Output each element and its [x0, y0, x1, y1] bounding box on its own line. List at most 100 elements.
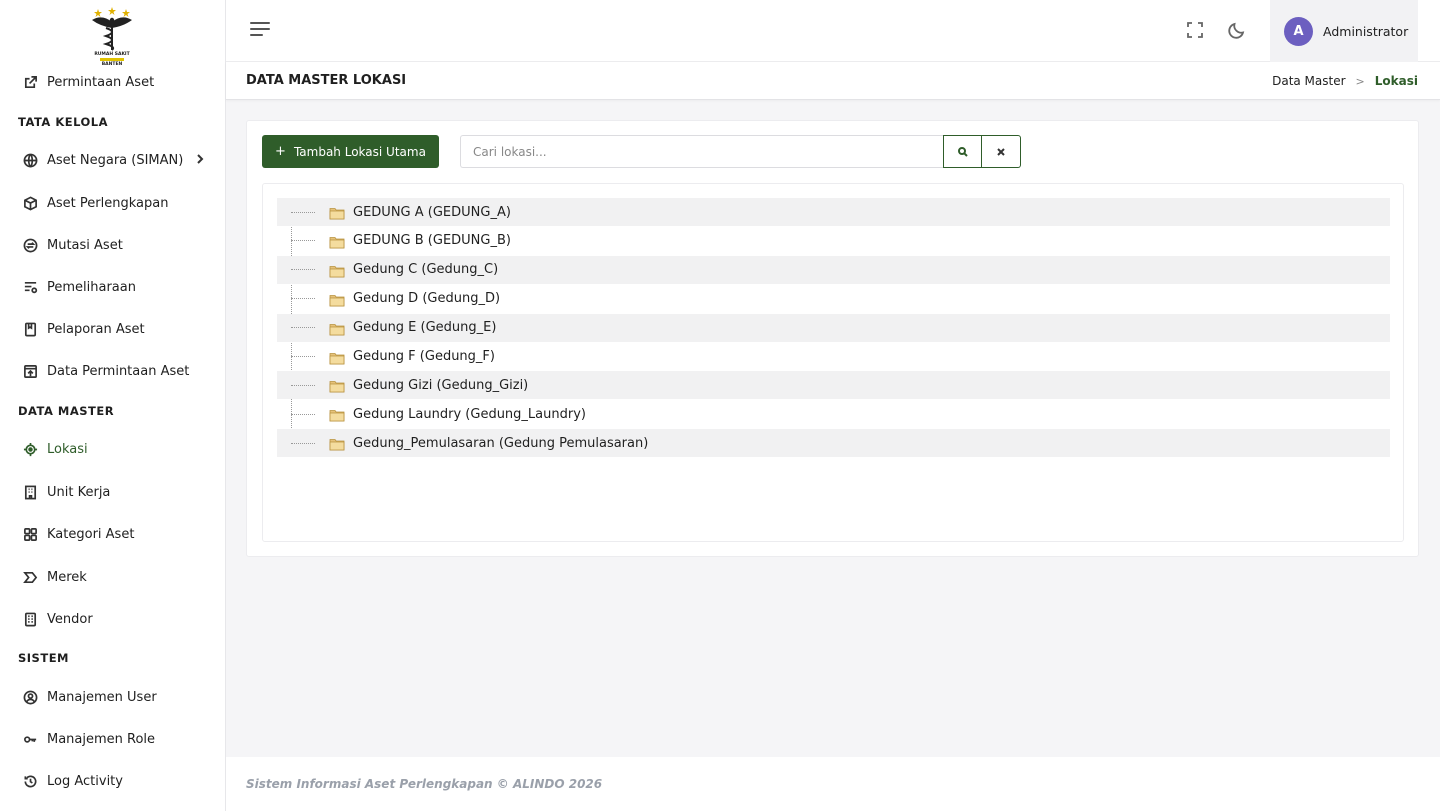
sidebar-item-label: Permintaan Aset: [47, 74, 155, 90]
tree-node-label: Gedung F (Gedung_F): [353, 349, 495, 364]
report-icon: [22, 321, 38, 337]
tree-node[interactable]: Gedung_Pemulasaran (Gedung Pemulasaran): [277, 429, 1390, 458]
sidebar-item-label: Manajemen Role: [47, 731, 156, 747]
sidebar: RUMAH SAKIT BANTEN Permintaan Aset TATA …: [0, 0, 226, 811]
sidebar-item-pemeliharaan[interactable]: Pemeliharaan: [0, 269, 225, 305]
building-icon: [22, 484, 38, 500]
tree-connector: [291, 413, 315, 415]
add-main-location-button[interactable]: + Tambah Lokasi Utama: [262, 135, 439, 168]
sidebar-item-kategori-aset[interactable]: Kategori Aset: [0, 516, 225, 552]
tree-node-label: Gedung Laundry (Gedung_Laundry): [353, 406, 586, 422]
breadcrumb: Data Master > Lokasi: [1272, 74, 1418, 88]
tree-node[interactable]: Gedung E (Gedung_E): [277, 313, 1390, 342]
tree-node-label: Gedung D (Gedung_D): [353, 291, 501, 307]
sidebar-item-label: Aset Perlengkapan: [47, 195, 169, 211]
folder-icon: [329, 292, 345, 307]
folder-icon: [329, 436, 345, 451]
box-icon: [22, 195, 38, 211]
tree-connector: [291, 356, 315, 357]
section-sistem: SISTEM: [18, 651, 69, 665]
breadcrumb-data-master[interactable]: Data Master: [1272, 74, 1345, 88]
tree-connector: [291, 442, 315, 444]
sidebar-item-label: Data Permintaan Aset: [47, 363, 190, 379]
sidebar-item-manajemen-role[interactable]: Manajemen Role: [0, 721, 225, 757]
sidebar-item-pelaporan-aset[interactable]: Pelaporan Aset: [0, 311, 225, 347]
sidebar-item-merek[interactable]: Merek: [0, 559, 225, 595]
search-group: [460, 135, 1021, 168]
hospital-logo[interactable]: RUMAH SAKIT BANTEN: [86, 6, 138, 68]
sidebar-item-data-permintaan-aset[interactable]: Data Permintaan Aset: [0, 353, 225, 389]
tree-node-label: Gedung_Pemulasaran (Gedung Pemulasaran): [353, 435, 649, 451]
fullscreen-icon[interactable]: [1185, 20, 1207, 42]
location-tree: GEDUNG A (GEDUNG_A) GEDUNG B (GEDUNG_B) Ge…: [262, 183, 1404, 542]
section-data-master: DATA MASTER: [18, 404, 115, 418]
folder-icon: [329, 205, 345, 220]
sidebar-item-lokasi[interactable]: Lokasi: [0, 431, 225, 467]
transfer-icon: [22, 237, 38, 253]
sidebar-item-mutasi-aset[interactable]: Mutasi Aset: [0, 227, 225, 263]
maintenance-icon: [22, 279, 38, 295]
sidebar-item-label: Kategori Aset: [47, 526, 135, 542]
tag-icon: [22, 569, 38, 585]
search-button[interactable]: [943, 135, 983, 168]
section-tata-kelola: TATA KELOLA: [18, 115, 109, 129]
sidebar-item-label: Mutasi Aset: [47, 237, 123, 253]
tree-connector: [291, 211, 315, 213]
menu-toggle-icon[interactable]: [250, 22, 270, 40]
tree-node-label: Gedung Gizi (Gedung_Gizi): [353, 377, 529, 393]
tree-node[interactable]: Gedung D (Gedung_D): [277, 285, 1390, 313]
tree-node[interactable]: GEDUNG B (GEDUNG_B): [277, 227, 1390, 255]
sidebar-item-manajemen-user[interactable]: Manajemen User: [0, 679, 225, 715]
folder-icon: [329, 350, 345, 364]
search-input[interactable]: [460, 135, 944, 168]
folder-icon: [329, 234, 345, 249]
globe-icon: [22, 152, 38, 168]
chevron-right-icon: >: [1355, 74, 1365, 88]
tree-connector: [291, 240, 315, 242]
chevron-right-icon: [194, 153, 206, 165]
plus-icon: +: [275, 144, 286, 159]
tree-node[interactable]: Gedung C (Gedung_C): [277, 255, 1390, 284]
tree-node[interactable]: Gedung Laundry (Gedung_Laundry): [277, 400, 1390, 428]
key-icon: [22, 731, 38, 747]
sidebar-item-aset-negara[interactable]: Aset Negara (SIMAN): [0, 142, 225, 178]
tree-node-label: GEDUNG A (GEDUNG_A): [353, 204, 511, 220]
sidebar-item-aset-perlengkapan[interactable]: Aset Perlengkapan: [0, 185, 225, 221]
tree-node-label: Gedung E (Gedung_E): [353, 320, 497, 336]
location-icon: [22, 441, 38, 457]
tree-node[interactable]: Gedung Gizi (Gedung_Gizi): [277, 371, 1390, 400]
inbox-icon: [22, 363, 38, 379]
folder-icon: [329, 263, 345, 278]
user-circle-icon: [22, 689, 38, 705]
sidebar-item-unit-kerja[interactable]: Unit Kerja: [0, 474, 225, 510]
footer: Sistem Informasi Aset Perlengkapan © ALI…: [226, 757, 1440, 811]
sidebar-item-log-activity[interactable]: Log Activity: [0, 763, 225, 799]
tree-connector: [291, 327, 315, 329]
user-name: Administrator: [1323, 23, 1409, 39]
sidebar-item-label: Manajemen User: [47, 689, 157, 705]
page-header: DATA MASTER LOKASI Data Master > Lokasi: [226, 62, 1440, 100]
dark-mode-moon-icon[interactable]: [1227, 20, 1249, 42]
sidebar-item-label: Log Activity: [47, 773, 123, 789]
sidebar-item-label: Pelaporan Aset: [47, 321, 145, 337]
folder-icon: [329, 407, 345, 422]
sidebar-item-permintaan-aset[interactable]: Permintaan Aset: [0, 64, 225, 100]
close-icon: [997, 147, 1005, 156]
tree-node[interactable]: Gedung F (Gedung_F): [277, 343, 1390, 371]
clear-search-button[interactable]: [982, 135, 1021, 168]
tree-node[interactable]: GEDUNG A (GEDUNG_A): [277, 198, 1390, 226]
breadcrumb-lokasi: Lokasi: [1374, 74, 1418, 88]
sidebar-item-label: Unit Kerja: [47, 484, 111, 500]
user-menu[interactable]: A Administrator: [1270, 0, 1418, 62]
logo-yellow-band: [100, 58, 124, 61]
grid-icon: [22, 526, 38, 542]
tree-connector: [291, 298, 315, 300]
sidebar-item-label: Merek: [47, 569, 87, 585]
sidebar-item-label: Vendor: [47, 611, 93, 627]
folder-icon: [329, 378, 345, 393]
external-link-icon: [22, 74, 38, 90]
logo-line-1: RUMAH SAKIT: [94, 52, 130, 57]
vendor-icon: [22, 611, 38, 627]
topbar: A Administrator: [226, 0, 1440, 62]
sidebar-item-vendor[interactable]: Vendor: [0, 601, 225, 637]
